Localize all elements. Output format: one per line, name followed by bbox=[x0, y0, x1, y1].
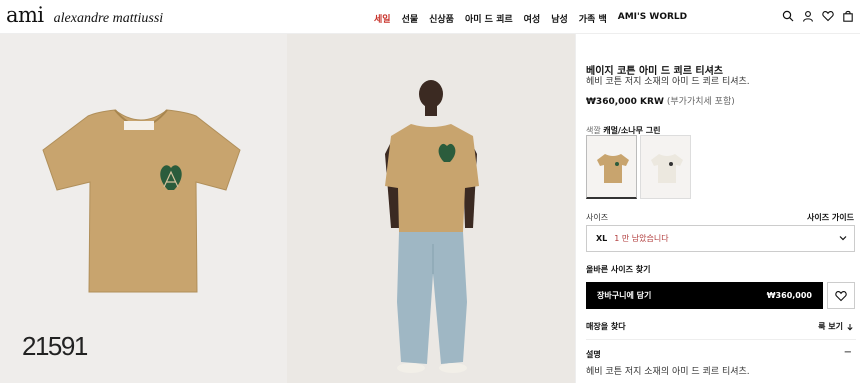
brand-logo[interactable]: ami alexandre mattiussi bbox=[6, 3, 163, 27]
brand-name: alexandre mattiussi bbox=[53, 11, 164, 26]
divider bbox=[586, 339, 856, 340]
nav-item-ami-de-coeur[interactable]: 아미 드 쾨르 bbox=[465, 12, 513, 25]
model-illustration bbox=[385, 80, 479, 373]
header-icons bbox=[782, 10, 854, 22]
product-image-flat[interactable]: A 21591 bbox=[0, 34, 287, 383]
color-swatch-camel[interactable] bbox=[586, 135, 637, 199]
nav-item-men[interactable]: 남성 bbox=[551, 12, 568, 25]
stock-note: 1 만 남았습니다 bbox=[614, 234, 669, 243]
nav-item-women[interactable]: 여성 bbox=[524, 12, 541, 25]
size-label: 사이즈 bbox=[586, 213, 609, 222]
add-to-cart-button[interactable]: 장바구니에 담기 ₩360,000 bbox=[586, 282, 823, 309]
size-guide-link[interactable]: 사이즈 가이드 bbox=[807, 212, 854, 223]
account-icon[interactable] bbox=[802, 10, 814, 22]
wishlist-button[interactable] bbox=[827, 282, 855, 309]
description-label[interactable]: 설명 bbox=[586, 349, 601, 360]
view-look-label: 룩 보기 bbox=[818, 322, 843, 331]
arrow-down-icon bbox=[847, 323, 853, 331]
main-nav: 세일 선물 신상품 아미 드 쾨르 여성 남성 가족 백 AMI'S WORLD bbox=[374, 12, 687, 25]
color-value: 캐멀/소나무 그린 bbox=[603, 126, 661, 135]
selected-size: XL bbox=[596, 234, 608, 243]
find-size-link[interactable]: 올바른 사이즈 찾기 bbox=[586, 264, 650, 275]
product-price: ₩360,000 KRW bbox=[586, 97, 664, 107]
cart-label: 장바구니에 담기 bbox=[597, 291, 652, 300]
view-look-link[interactable]: 룩 보기 bbox=[818, 321, 854, 332]
product-image-model[interactable] bbox=[287, 34, 575, 383]
heart-icon bbox=[835, 290, 847, 301]
collapse-icon[interactable]: − bbox=[844, 347, 852, 358]
search-icon[interactable] bbox=[782, 10, 794, 22]
product-subtitle: 헤비 코튼 저지 소재의 아미 드 쾨르 티셔츠. bbox=[586, 77, 750, 87]
chevron-down-icon bbox=[839, 236, 847, 241]
brand-mark: ami bbox=[6, 3, 44, 27]
color-label: 색깔 bbox=[586, 126, 601, 135]
nav-item-gift[interactable]: 선물 bbox=[402, 12, 419, 25]
nav-item-leather-bags[interactable]: 가족 백 bbox=[579, 12, 607, 25]
tshirt-thumb-cream bbox=[651, 154, 683, 183]
cart-price: ₩360,000 bbox=[766, 291, 812, 300]
product-price-row: ₩360,000 KRW (부가가치세 포함) bbox=[586, 94, 735, 107]
size-select[interactable]: XL 1 만 남았습니다 bbox=[586, 225, 855, 252]
nav-item-amis-world[interactable]: AMI'S WORLD bbox=[618, 12, 687, 25]
vat-note: (부가가치세 포함) bbox=[666, 97, 735, 107]
heart-icon[interactable] bbox=[822, 10, 834, 22]
nav-item-new[interactable]: 신상품 bbox=[429, 12, 454, 25]
bag-icon[interactable] bbox=[842, 10, 854, 22]
tshirt-thumb-camel bbox=[597, 154, 629, 183]
product-info-panel: 베이지 코튼 아미 드 쾨르 티셔츠 헤비 코튼 저지 소재의 아미 드 쾨르 … bbox=[575, 34, 860, 383]
site-header: ami alexandre mattiussi 세일 선물 신상품 아미 드 쾨… bbox=[0, 0, 860, 34]
find-store-link[interactable]: 매장을 찾다 bbox=[586, 321, 626, 332]
nav-item-sale[interactable]: 세일 bbox=[374, 12, 391, 25]
watermark-id: 21591 bbox=[22, 331, 88, 361]
description-text: 헤비 코튼 저지 소재의 아미 드 쾨르 티셔츠. bbox=[586, 367, 750, 377]
color-swatch-cream[interactable] bbox=[640, 135, 691, 199]
